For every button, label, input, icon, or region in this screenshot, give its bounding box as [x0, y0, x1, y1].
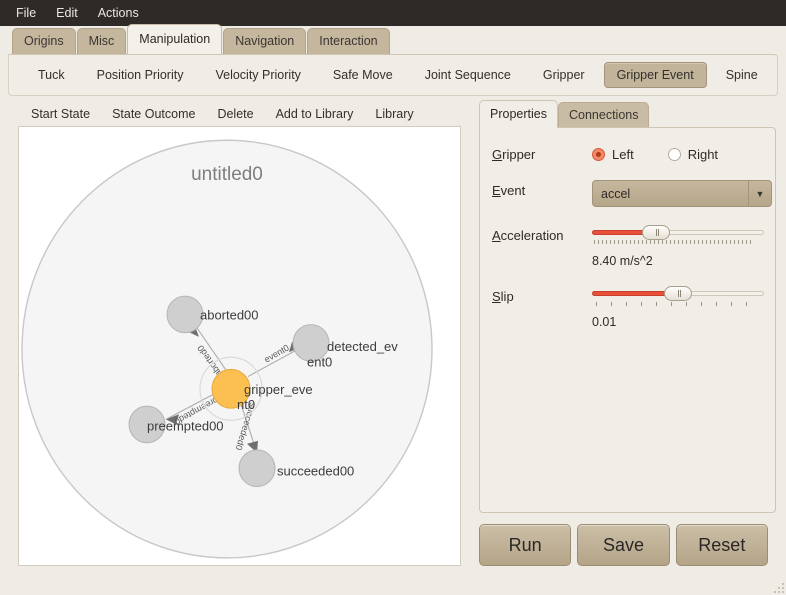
acceleration-slider-wrap[interactable]: 8.40 m/s^2 [592, 225, 764, 268]
tab-navigation[interactable]: Navigation [223, 28, 307, 55]
slip-slider-ticks [596, 302, 752, 306]
slip-slider-thumb[interactable] [664, 286, 692, 301]
run-button[interactable]: Run [479, 524, 572, 566]
slip-slider[interactable] [592, 286, 764, 301]
tab-origins[interactable]: Origins [12, 28, 76, 55]
menu-item-file[interactable]: File [6, 2, 46, 24]
gripper-label: Gripper [492, 147, 536, 162]
tab-interaction[interactable]: Interaction [307, 28, 390, 55]
acceleration-slider[interactable] [592, 225, 764, 240]
action-button-row: Run Save Reset [471, 514, 776, 566]
graph-toolbar-library[interactable]: Library [364, 104, 424, 124]
radio-right-label: Right [687, 147, 719, 162]
event-select-value: accel [601, 186, 631, 201]
slip-value: 0.01 [592, 315, 617, 329]
field-acceleration: Acceleration 8.40 m/s^2 [492, 225, 764, 268]
state-machine-canvas[interactable]: untitled0 aborted0 event0 preempted0 suc… [18, 126, 461, 566]
main-content: Start State State Outcome Delete Add to … [0, 96, 786, 566]
main-tab-bar: Origins Misc Manipulation Navigation Int… [0, 24, 786, 55]
properties-pane: Properties Connections Gripper Left Righ… [471, 100, 776, 566]
toolbar-item-gripper-event[interactable]: Gripper Event [603, 62, 707, 88]
acceleration-slider-thumb[interactable] [642, 225, 671, 240]
properties-tab-bar: Properties Connections [471, 100, 776, 128]
tab-connections[interactable]: Connections [557, 102, 650, 128]
toolbar-item-safe-move[interactable]: Safe Move [320, 62, 406, 88]
node-label-aborted: aborted00 [200, 307, 259, 322]
chevron-down-icon[interactable]: ▼ [748, 181, 771, 206]
radio-right-indicator[interactable] [667, 148, 681, 161]
radio-option-right[interactable]: Right [667, 147, 719, 162]
acceleration-value: 8.40 m/s^2 [592, 254, 653, 268]
graph-toolbar-add-to-library[interactable]: Add to Library [265, 104, 365, 124]
graph-toolbar-start-state[interactable]: Start State [20, 104, 101, 124]
node-label-succeeded: succeeded00 [277, 463, 354, 478]
slip-slider-wrap[interactable]: 0.01 [592, 286, 764, 329]
menu-bar: File Edit Actions [0, 0, 786, 26]
application-window: File Edit Actions Origins Misc Manipulat… [0, 0, 786, 595]
menu-item-actions[interactable]: Actions [88, 2, 149, 24]
properties-form: Gripper Left Right Event accel ▼ Acceler… [479, 127, 776, 513]
radio-left-indicator[interactable] [592, 148, 605, 161]
tab-properties[interactable]: Properties [479, 100, 558, 128]
toolbar-item-tuck[interactable]: Tuck [25, 62, 78, 88]
save-button[interactable]: Save [577, 524, 670, 566]
toolbar-item-spine[interactable]: Spine [713, 62, 771, 88]
menu-item-edit[interactable]: Edit [46, 2, 88, 24]
node-label-preempted: preempted00 [147, 418, 224, 433]
slip-label: Slip [492, 289, 514, 304]
field-gripper: Gripper Left Right [492, 144, 761, 162]
toolbar-item-position-priority[interactable]: Position Priority [84, 62, 197, 88]
toolbar-item-velocity-priority[interactable]: Velocity Priority [202, 62, 313, 88]
window-resize-grip[interactable] [770, 579, 784, 593]
reset-button[interactable]: Reset [675, 524, 768, 566]
node-aborted[interactable] [166, 295, 204, 334]
graph-toolbar-state-outcome[interactable]: State Outcome [101, 104, 206, 124]
gripper-radio-group[interactable]: Left Right [592, 144, 761, 162]
graph-title: untitled0 [191, 164, 263, 185]
acceleration-slider-ticks [594, 240, 754, 245]
graph-editor-pane: Start State State Outcome Delete Add to … [8, 102, 463, 566]
field-slip: Slip 0.01 [492, 286, 764, 329]
field-event: Event accel ▼ [492, 180, 772, 207]
event-label: Event [492, 183, 526, 198]
manipulation-toolbar: Tuck Position Priority Velocity Priority… [8, 54, 778, 96]
tab-manipulation[interactable]: Manipulation [127, 24, 223, 54]
node-succeeded[interactable] [238, 449, 276, 488]
radio-left-label: Left [612, 147, 634, 162]
toolbar-item-gripper[interactable]: Gripper [530, 62, 598, 88]
toolbar-item-joint-sequence[interactable]: Joint Sequence [412, 62, 524, 88]
state-graph-svg[interactable]: untitled0 aborted0 event0 preempted0 suc… [19, 127, 460, 565]
acceleration-label: Acceleration [492, 228, 564, 243]
event-select[interactable]: accel ▼ [592, 180, 772, 207]
graph-toolbar-delete[interactable]: Delete [206, 104, 264, 124]
tab-misc[interactable]: Misc [76, 28, 127, 55]
radio-option-left[interactable]: Left [592, 147, 634, 162]
graph-toolbar: Start State State Outcome Delete Add to … [8, 102, 463, 126]
